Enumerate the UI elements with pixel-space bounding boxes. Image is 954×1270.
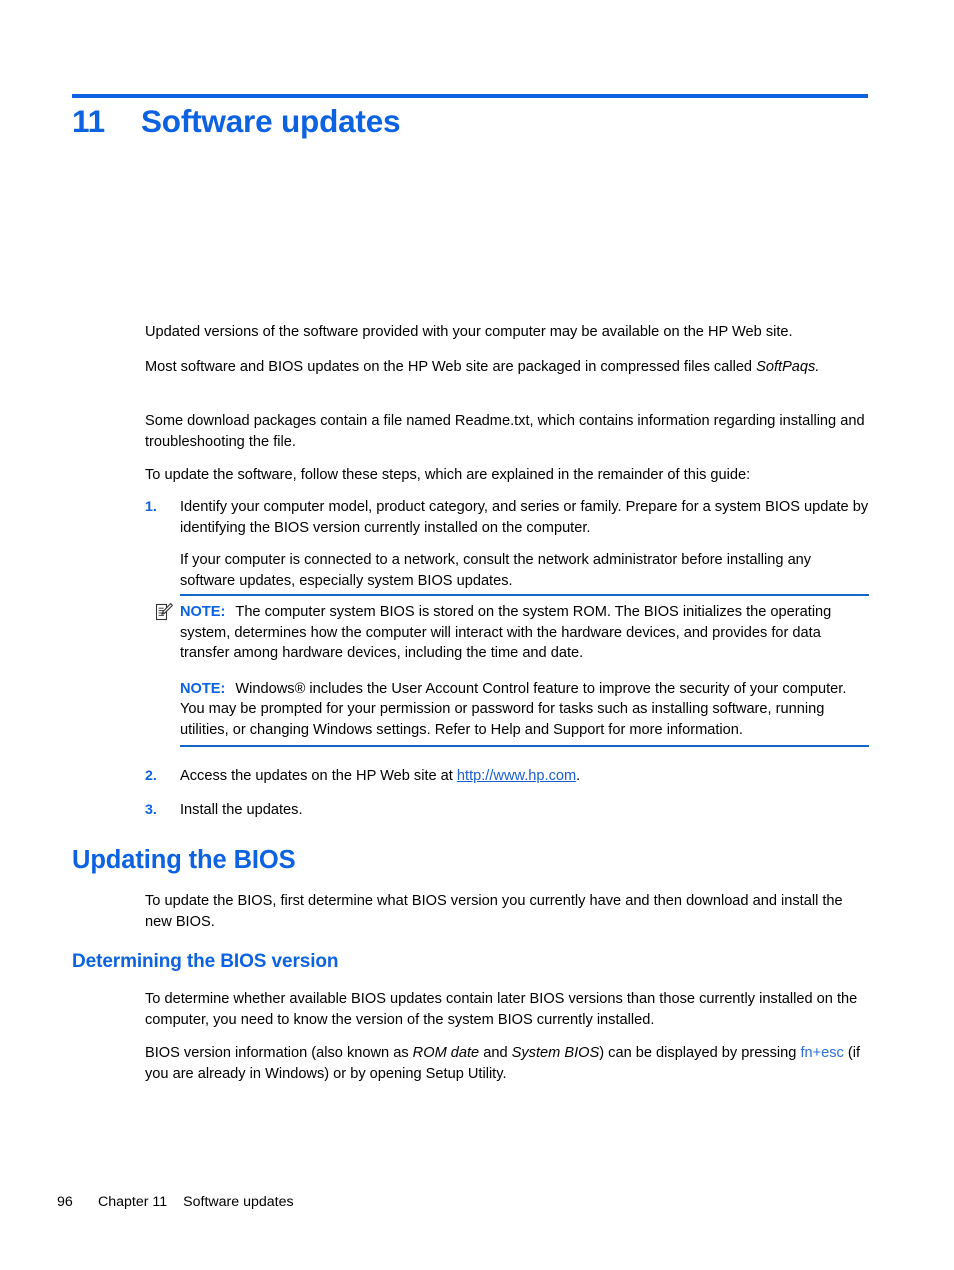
page-title: 11 Software updates bbox=[72, 103, 872, 140]
note-paragraph-2: NOTE: Windows® includes the User Account … bbox=[180, 664, 869, 746]
intro-paragraph-3: Some download packages contain a file na… bbox=[145, 413, 865, 450]
key-combo-fn-esc: fn+esc bbox=[800, 1045, 844, 1061]
document-page: 11 Software updates Updated versions of t… bbox=[0, 0, 954, 1270]
chapter-number: 11 bbox=[72, 103, 105, 139]
section-heading-updating-bios: Updating the BIOS bbox=[72, 846, 296, 874]
p2-part-c: ) can be displayed by pressing bbox=[599, 1045, 801, 1061]
list-item-number: 2. bbox=[145, 768, 157, 784]
list-item-text: Access the updates on the HP Web site at… bbox=[180, 766, 869, 787]
list-item-continuation: If your computer is connected to a netwo… bbox=[180, 552, 812, 589]
list-item-number: 3. bbox=[145, 802, 157, 818]
system-bios-term: System BIOS bbox=[511, 1045, 600, 1061]
p2-part-a: BIOS version information (also known as bbox=[145, 1045, 413, 1061]
chapter-heading-rule bbox=[72, 94, 868, 98]
note-label: NOTE: bbox=[180, 680, 226, 697]
intro-paragraph-1: Updated versions of the software provide… bbox=[145, 324, 793, 340]
list-item-number: 1. bbox=[145, 499, 157, 515]
footer-chapter-name: Software updates bbox=[183, 1194, 294, 1210]
rom-date-term: ROM date bbox=[412, 1045, 480, 1061]
section-body-determining-version-p2: BIOS version information (also known as … bbox=[145, 1043, 869, 1084]
hp-website-link[interactable]: http://www.hp.com bbox=[457, 768, 576, 784]
footer-page-number: 96 bbox=[57, 1194, 73, 1210]
section-body-updating-bios: To update the BIOS, first determine what… bbox=[145, 893, 843, 930]
note-paragraph-1: NOTE: The computer system BIOS is stored … bbox=[180, 596, 869, 664]
page-footer: 96 Chapter 11 Software updates bbox=[57, 1194, 294, 1210]
list-item-text-before: Access the updates on the HP Web site at bbox=[180, 768, 457, 784]
footer-chapter-label: Chapter 11 bbox=[98, 1194, 168, 1210]
chapter-title-text: Software updates bbox=[141, 103, 401, 139]
section-heading-determining-version: Determining the BIOS version bbox=[72, 951, 339, 972]
intro-paragraph-2-text: Most software and BIOS updates on the HP… bbox=[145, 359, 757, 375]
softpaqs-term: SoftPaqs. bbox=[756, 359, 820, 375]
note-pencil-icon bbox=[155, 603, 173, 621]
list-item-text: Identify your computer model, product ca… bbox=[180, 499, 869, 536]
note-paragraph-1-text: The computer system BIOS is stored on th… bbox=[180, 604, 832, 661]
note-paragraph-2-text: Windows® includes the User Account Contr… bbox=[180, 680, 847, 738]
intro-paragraph-4: To update the software, follow these ste… bbox=[145, 467, 751, 483]
section-body-determining-version-p1: To determine whether available BIOS upda… bbox=[145, 991, 858, 1028]
note-callout-box: NOTE: The computer system BIOS is stored … bbox=[155, 594, 869, 747]
intro-paragraph-2: Most software and BIOS updates on the HP… bbox=[145, 357, 869, 378]
p2-part-b: and bbox=[479, 1045, 512, 1061]
list-item-text: Install the updates. bbox=[180, 802, 303, 818]
list-item-text-after: . bbox=[576, 768, 581, 784]
note-label: NOTE: bbox=[180, 604, 226, 620]
